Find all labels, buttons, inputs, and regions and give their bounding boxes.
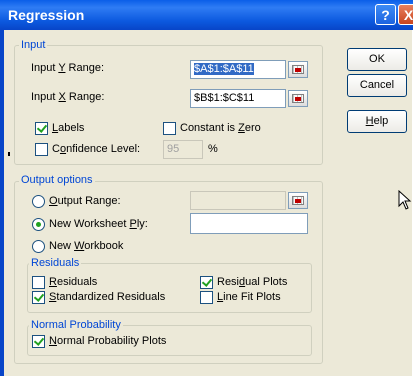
normal-probability-group-label: Normal Probability <box>29 319 123 331</box>
residuals-checkbox[interactable] <box>32 276 45 289</box>
residuals-group <box>27 263 312 313</box>
new-workbook-label: New Workbook <box>49 240 124 252</box>
input-group-label: Input <box>19 39 48 51</box>
new-workbook-radio[interactable] <box>32 240 45 253</box>
title-help-button[interactable]: ? <box>375 4 396 25</box>
line-fit-plots-label: Line Fit Plots <box>217 291 281 303</box>
close-button[interactable]: X <box>398 4 413 25</box>
labels-checkbox[interactable] <box>35 122 48 135</box>
normal-probability-plots-label: Normal Probability Plots <box>49 335 167 347</box>
mouse-pointer-icon <box>398 190 412 210</box>
new-worksheet-ply-field[interactable] <box>190 213 308 234</box>
output-range-collapse-icon[interactable] <box>288 192 308 209</box>
x-range-collapse-icon[interactable] <box>288 90 308 107</box>
normal-probability-plots-checkbox[interactable] <box>32 335 45 348</box>
sheet-artifact <box>8 152 10 156</box>
output-range-field[interactable] <box>190 191 286 210</box>
ok-button[interactable]: OK <box>347 48 407 71</box>
confidence-level-label: Confidence Level: <box>52 143 141 155</box>
new-worksheet-ply-radio[interactable] <box>32 218 45 231</box>
line-fit-plots-checkbox[interactable] <box>200 291 213 304</box>
help-button[interactable]: Help <box>347 110 407 133</box>
input-x-range-field[interactable]: $B$1:$C$11 <box>190 89 286 108</box>
labels-label: Labels <box>52 122 85 134</box>
y-range-collapse-icon[interactable] <box>288 61 308 78</box>
standardized-residuals-label: Standardized Residuals <box>49 291 166 303</box>
window-title: Regression <box>8 7 85 23</box>
residual-plots-label: Residual Plots <box>217 276 288 288</box>
cancel-button[interactable]: Cancel <box>347 74 407 97</box>
confidence-level-checkbox[interactable] <box>35 143 48 156</box>
window-border <box>0 30 4 376</box>
residuals-group-label: Residuals <box>29 257 82 269</box>
output-range-radio[interactable] <box>32 195 45 208</box>
output-range-label: Output Range: <box>49 195 121 207</box>
input-y-range-label: Input Y Range: <box>31 62 104 74</box>
input-x-range-label: Input X Range: <box>31 91 105 103</box>
standardized-residuals-checkbox[interactable] <box>32 291 45 304</box>
constant-zero-label: Constant is Zero <box>180 122 261 134</box>
constant-zero-checkbox[interactable] <box>163 122 176 135</box>
new-worksheet-ply-label: New Worksheet Ply: <box>49 218 148 230</box>
residuals-label: Residuals <box>49 276 98 288</box>
residual-plots-checkbox[interactable] <box>200 276 213 289</box>
input-y-range-field[interactable]: $A$1:$A$11 <box>190 60 286 79</box>
percent-sign: % <box>208 143 218 155</box>
confidence-level-field[interactable]: 95 <box>163 140 203 159</box>
output-options-label: Output options <box>19 174 95 186</box>
